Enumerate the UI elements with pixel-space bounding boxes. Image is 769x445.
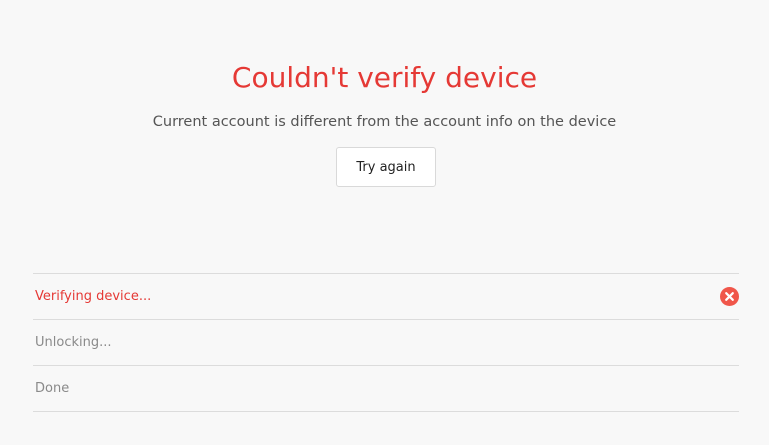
error-x-icon: [720, 287, 739, 306]
step-verifying-device: Verifying device...: [33, 274, 739, 320]
step-unlocking: Unlocking...: [33, 320, 739, 366]
step-label: Verifying device...: [35, 289, 152, 304]
try-again-button[interactable]: Try again: [336, 147, 436, 187]
verify-device-page: Couldn't verify device Current account i…: [0, 0, 769, 445]
step-done: Done: [33, 366, 739, 412]
error-message: Current account is different from the ac…: [152, 114, 617, 130]
page-title: Couldn't verify device: [231, 61, 538, 94]
step-label: Done: [35, 381, 70, 396]
step-label: Unlocking...: [35, 335, 112, 350]
progress-steps-list: Verifying device... Unlocking... Done: [33, 273, 739, 412]
